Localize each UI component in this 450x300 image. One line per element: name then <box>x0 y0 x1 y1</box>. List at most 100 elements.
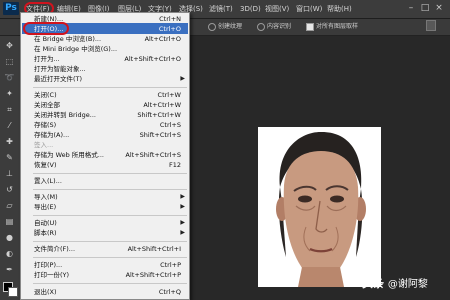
crop-tool-icon[interactable]: ⌗ <box>4 104 15 115</box>
blur-tool-icon[interactable]: ● <box>4 232 15 243</box>
menu-item-shortcut: Alt+Ctrl+O <box>144 35 181 43</box>
menu-filter[interactable]: 滤镜(T) <box>209 3 233 15</box>
menu-item-revert[interactable]: 恢复(V) F12 <box>21 160 189 170</box>
menu-item-save-as[interactable]: 存储为(A)... Shift+Ctrl+S <box>21 130 189 140</box>
menu-item-label: 退出(X) <box>34 288 57 296</box>
menu-item-close-all[interactable]: 关闭全部 Alt+Ctrl+W <box>21 100 189 110</box>
option-create-texture-label: 创建纹理 <box>218 23 243 30</box>
menu-item-browse-bridge[interactable]: 在 Bridge 中浏览(B)... Alt+Ctrl+O <box>21 34 189 44</box>
menu-item-shortcut: Ctrl+P <box>160 261 181 269</box>
lasso-tool-icon[interactable]: ➰ <box>4 72 15 83</box>
menu-item-shortcut: F12 <box>168 161 181 169</box>
menu-item-close-go-bridge[interactable]: 关闭并转到 Bridge... Shift+Ctrl+W <box>21 110 189 120</box>
menu-item-shortcut: Ctrl+W <box>157 91 181 99</box>
menu-item-shortcut: Alt+Shift+Ctrl+I <box>127 245 181 253</box>
menu-item-exit[interactable]: 退出(X) Ctrl+Q <box>21 287 189 297</box>
menu-item-label: 文件简介(F)... <box>34 245 76 253</box>
menu-item-open-recent[interactable]: 最近打开文件(T) ▶ <box>21 74 189 84</box>
tools-panel: ✥ ⬚ ➰ ✦ ⌗ ⁄ ✚ ✎ ⊥ ↺ ▱ ▤ ● ◐ ✒ <box>0 36 21 300</box>
option-content-aware-label: 内容识别 <box>267 23 292 30</box>
option-sample-all-layers[interactable]: 对所有图层取样 <box>306 22 358 32</box>
menu-item-label: 在 Bridge 中浏览(B)... <box>34 35 102 43</box>
submenu-arrow-icon: ▶ <box>180 203 185 210</box>
menu-separator <box>33 283 187 284</box>
radio-icon <box>208 22 216 31</box>
menu-item-automate[interactable]: 自动(U) ▶ <box>21 218 189 228</box>
menu-3d[interactable]: 3D(D) <box>240 3 261 15</box>
portrait-photo <box>258 127 381 287</box>
menu-item-save-for-web[interactable]: 存储为 Web 所用格式... Alt+Shift+Ctrl+S <box>21 150 189 160</box>
menu-separator <box>33 257 187 258</box>
menu-item-check-in: 签入... <box>21 140 189 150</box>
menu-item-shortcut: Shift+Ctrl+W <box>137 111 181 119</box>
background-color-swatch[interactable] <box>8 287 18 297</box>
menu-item-label: 最近打开文件(T) <box>34 75 83 83</box>
menu-item-label: 在 Mini Bridge 中浏览(G)... <box>34 45 118 53</box>
menu-item-label: 导入(M) <box>34 193 58 201</box>
menu-item-scripts[interactable]: 脚本(R) ▶ <box>21 228 189 238</box>
menu-item-label: 打开为... <box>34 55 60 63</box>
menu-item-shortcut: Alt+Shift+Ctrl+S <box>125 151 181 159</box>
menu-item-shortcut: Ctrl+S <box>159 121 181 129</box>
menu-help[interactable]: 帮助(H) <box>327 3 352 15</box>
menu-window[interactable]: 窗口(W) <box>296 3 322 15</box>
menu-item-close[interactable]: 关闭(C) Ctrl+W <box>21 90 189 100</box>
brush-tool-icon[interactable]: ✎ <box>4 152 15 163</box>
submenu-arrow-icon: ▶ <box>180 75 185 82</box>
menu-view[interactable]: 视图(V) <box>265 3 289 15</box>
menu-separator <box>33 241 187 242</box>
menu-item-shortcut: Alt+Shift+Ctrl+O <box>124 55 181 63</box>
minimize-icon[interactable]: – <box>406 3 416 13</box>
pen-tool-icon[interactable]: ✒ <box>4 264 15 275</box>
marquee-tool-icon[interactable]: ⬚ <box>4 56 15 67</box>
menu-item-shortcut: Ctrl+Q <box>158 288 181 296</box>
option-create-texture[interactable]: 创建纹理 <box>208 22 242 32</box>
menu-item-place[interactable]: 置入(L)... <box>21 176 189 186</box>
clone-stamp-tool-icon[interactable]: ⊥ <box>4 168 15 179</box>
menu-item-import[interactable]: 导入(M) ▶ <box>21 192 189 202</box>
window-controls: – □ × <box>406 3 446 15</box>
menu-item-shortcut: Ctrl+N <box>159 15 181 23</box>
eraser-tool-icon[interactable]: ▱ <box>4 200 15 211</box>
dodge-tool-icon[interactable]: ◐ <box>4 248 15 259</box>
menu-item-save[interactable]: 存储(S) Ctrl+S <box>21 120 189 130</box>
healing-brush-tool-icon[interactable]: ✚ <box>4 136 15 147</box>
portrait-image <box>258 127 381 287</box>
menu-item-print-one-copy[interactable]: 打印一份(Y) Alt+Shift+Ctrl+P <box>21 270 189 280</box>
history-brush-tool-icon[interactable]: ↺ <box>4 184 15 195</box>
submenu-arrow-icon: ▶ <box>180 229 185 236</box>
file-menu-dropdown: 新建(N)... Ctrl+N 打开(O)... Ctrl+O 在 Bridge… <box>20 12 190 300</box>
menu-separator <box>33 215 187 216</box>
submenu-arrow-icon: ▶ <box>180 219 185 226</box>
checkbox-icon <box>306 22 314 31</box>
menu-item-open-as[interactable]: 打开为... Alt+Shift+Ctrl+O <box>21 54 189 64</box>
maximize-icon[interactable]: □ <box>420 3 430 13</box>
watermark-brand: 头条 <box>362 277 384 290</box>
menu-item-print[interactable]: 打印(P)... Ctrl+P <box>21 260 189 270</box>
menu-item-shortcut: Alt+Shift+Ctrl+P <box>125 271 181 279</box>
eyedropper-tool-icon[interactable]: ⁄ <box>4 120 15 131</box>
menu-item-label: 存储为 Web 所用格式... <box>34 151 105 159</box>
menu-item-file-info[interactable]: 文件简介(F)... Alt+Shift+Ctrl+I <box>21 244 189 254</box>
menu-item-label: 打开为智能对象... <box>34 65 86 73</box>
menu-item-shortcut: Alt+Ctrl+W <box>143 101 181 109</box>
magic-wand-tool-icon[interactable]: ✦ <box>4 88 15 99</box>
menu-item-label: 打印(P)... <box>34 261 63 269</box>
menu-item-label: 打印一份(Y) <box>34 271 70 279</box>
pressure-brush-icon[interactable] <box>426 20 436 31</box>
photoshop-logo: Ps <box>3 2 19 15</box>
menu-item-export[interactable]: 导出(E) ▶ <box>21 202 189 212</box>
menu-item-browse-mini-bridge[interactable]: 在 Mini Bridge 中浏览(G)... <box>21 44 189 54</box>
menu-item-label: 置入(L)... <box>34 177 62 185</box>
menu-item-shortcut: Shift+Ctrl+S <box>139 131 181 139</box>
move-tool-icon[interactable]: ✥ <box>4 40 15 51</box>
menu-item-open-smart-object[interactable]: 打开为智能对象... <box>21 64 189 74</box>
option-sample-all-layers-label: 对所有图层取样 <box>316 23 359 30</box>
gradient-tool-icon[interactable]: ▤ <box>4 216 15 227</box>
menu-item-shortcut: Ctrl+O <box>158 25 181 33</box>
close-icon[interactable]: × <box>434 3 444 13</box>
option-content-aware[interactable]: 内容识别 <box>257 22 291 32</box>
menu-item-label: 恢复(V) <box>34 161 57 169</box>
menu-separator <box>33 173 187 174</box>
menu-item-label: 关闭(C) <box>34 91 57 99</box>
